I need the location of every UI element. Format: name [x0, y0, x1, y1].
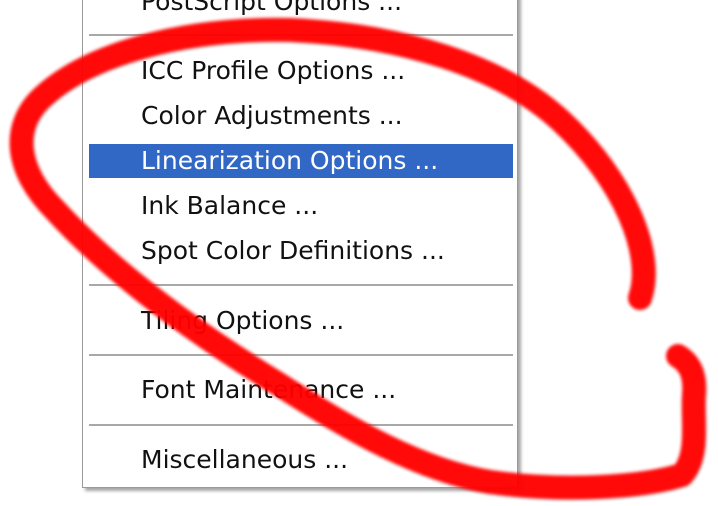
menu-item-spot-color-definitions[interactable]: Spot Color Definitions ...	[89, 234, 513, 268]
menu-item-color-adjustments[interactable]: Color Adjustments ...	[89, 99, 513, 133]
menu-separator	[89, 284, 513, 287]
menu-item-ink-balance[interactable]: Ink Balance ...	[89, 189, 513, 223]
menu-item-linearization-options[interactable]: Linearization Options ...	[89, 144, 513, 178]
menu-item-tiling-options[interactable]: Tiling Options ...	[89, 304, 513, 338]
menu-item-font-maintenance[interactable]: Font Maintenance ...	[89, 373, 513, 407]
menu-item-postscript-options[interactable]: PostScript Options ...	[89, 0, 513, 19]
menu-separator	[89, 34, 513, 37]
screenshot-stage: PostScript Options ... ICC Profile Optio…	[0, 0, 718, 506]
menu-item-icc-profile-options[interactable]: ICC Profile Options ...	[89, 54, 513, 88]
menu-separator	[89, 354, 513, 357]
menu-separator	[89, 424, 513, 427]
context-menu: PostScript Options ... ICC Profile Optio…	[82, 0, 518, 488]
menu-item-miscellaneous[interactable]: Miscellaneous ...	[89, 443, 513, 477]
